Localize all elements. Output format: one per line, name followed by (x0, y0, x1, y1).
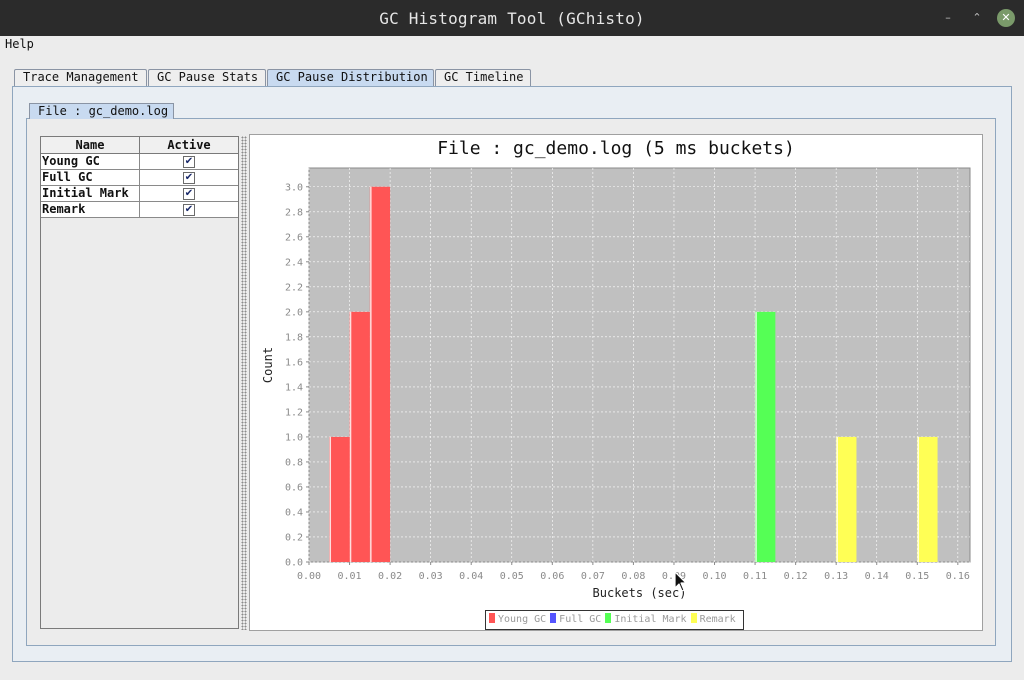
y-tick-label: 1.4 (285, 382, 303, 393)
title-bar: GC Histogram Tool (GChisto) – ⌃ ✕ (0, 0, 1024, 36)
row-name: Full GC (42, 170, 93, 184)
cell-divider (139, 186, 140, 202)
x-tick-label: 0.03 (419, 571, 443, 582)
row-name: Young GC (42, 154, 100, 168)
active-checkbox[interactable]: ✔ (183, 156, 195, 168)
y-tick-label: 1.0 (285, 432, 303, 443)
histogram-bar (836, 436, 857, 562)
plot-area (308, 167, 971, 563)
legend-label: Initial Mark (614, 614, 687, 625)
y-tick-label: 1.2 (285, 407, 303, 418)
histogram-bar (917, 436, 938, 562)
menu-bar: Help (0, 36, 1024, 53)
tab-gc-timeline[interactable]: GC Timeline (435, 69, 531, 86)
table-row[interactable]: Remark ✔ (41, 202, 238, 218)
legend-swatch (489, 613, 495, 623)
cell-divider (139, 170, 140, 186)
legend-item: Remark (690, 611, 736, 629)
y-tick-label: 2.4 (285, 257, 303, 268)
y-tick-label: 1.6 (285, 357, 303, 368)
minimize-icon[interactable]: – (938, 8, 958, 28)
cell-divider (139, 154, 140, 170)
y-tick-label: 2.8 (285, 207, 303, 218)
x-tick-label: 0.06 (540, 571, 564, 582)
histogram-bar (369, 186, 391, 562)
x-tick-label: 0.05 (500, 571, 524, 582)
y-tick-label: 2.6 (285, 232, 303, 243)
tab-trace-management[interactable]: Trace Management (14, 69, 147, 86)
chart-legend: Young GC Full GC Initial Mark Remark (485, 610, 744, 630)
x-tick-label: 0.00 (297, 571, 321, 582)
mouse-cursor-icon (674, 571, 687, 592)
x-tick-label: 0.16 (946, 571, 970, 582)
close-icon[interactable]: ✕ (997, 9, 1015, 27)
x-tick-label: 0.14 (865, 571, 889, 582)
split-pane-divider[interactable] (241, 136, 247, 630)
tab-gc-pause-stats[interactable]: GC Pause Stats (148, 69, 266, 86)
table-row[interactable]: Initial Mark ✔ (41, 186, 238, 202)
x-tick-label: 0.07 (581, 571, 605, 582)
table-row[interactable]: Young GC ✔ (41, 154, 238, 170)
x-tick-label: 0.02 (378, 571, 402, 582)
y-tick-label: 1.8 (285, 332, 303, 343)
row-name: Initial Mark (42, 186, 129, 200)
menu-help[interactable]: Help (5, 37, 34, 51)
x-tick-label: 0.12 (784, 571, 808, 582)
x-tick-label: 0.15 (905, 571, 929, 582)
histogram-bar (755, 311, 776, 562)
tab-file[interactable]: File : gc_demo.log (29, 103, 174, 119)
y-tick-label: 0.8 (285, 457, 303, 468)
maximize-icon[interactable]: ⌃ (967, 8, 987, 28)
x-tick-label: 0.11 (743, 571, 767, 582)
y-tick-label: 0.6 (285, 482, 303, 493)
cell-divider (139, 202, 140, 218)
legend-swatch (605, 613, 612, 623)
x-tick-label: 0.04 (459, 571, 483, 582)
histogram-bar (349, 311, 370, 562)
y-tick-label: 0.2 (285, 532, 303, 543)
y-tick-label: 3.0 (285, 182, 303, 193)
y-tick-label: 2.2 (285, 282, 303, 293)
window-title: GC Histogram Tool (GChisto) (379, 9, 645, 28)
x-tick-label: 0.10 (702, 571, 726, 582)
chart-panel: File : gc_demo.log (5 ms buckets) 0.00 0.… (249, 134, 983, 631)
legend-label: Remark (699, 614, 736, 625)
legend-item: Full GC (550, 611, 601, 629)
tab-gc-pause-distribution[interactable]: GC Pause Distribution (267, 69, 434, 86)
active-checkbox[interactable]: ✔ (183, 188, 195, 200)
column-header-active[interactable]: Active (140, 137, 238, 154)
y-tick-label: 2.0 (285, 307, 303, 318)
x-tick-label: 0.01 (338, 571, 362, 582)
legend-item: Initial Mark (605, 611, 687, 629)
histogram-bar (329, 436, 350, 562)
legend-swatch (550, 613, 557, 623)
histogram-chart: 0.00 0.01 0.02 0.03 0.04 0.05 0.06 0.07 0.08 0.09… (261, 167, 971, 600)
legend-label: Full GC (559, 614, 602, 625)
legend-item: Young GC (489, 611, 546, 629)
column-header-name[interactable]: Name (41, 137, 140, 154)
x-tick-label: 0.08 (621, 571, 645, 582)
x-axis-label: Buckets (sec) (593, 586, 687, 600)
legend-swatch (690, 613, 697, 623)
y-axis-label: Count (261, 347, 275, 383)
table-row[interactable]: Full GC ✔ (41, 170, 238, 186)
active-checkbox[interactable]: ✔ (183, 204, 195, 216)
y-tick-label: 0.4 (285, 507, 303, 518)
active-checkbox[interactable]: ✔ (183, 172, 195, 184)
gc-type-table: Name Active Young GC ✔ Full GC ✔ Initial… (40, 136, 239, 629)
legend-label: Young GC (498, 614, 547, 625)
row-name: Remark (42, 202, 86, 216)
y-tick-label: 0.0 (285, 558, 303, 569)
x-tick-label: 0.13 (824, 571, 848, 582)
